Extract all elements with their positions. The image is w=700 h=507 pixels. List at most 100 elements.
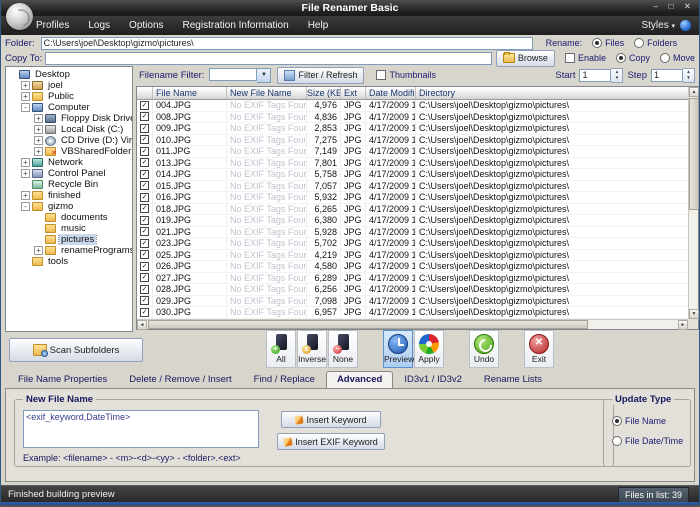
vertical-scroll-thumb[interactable]: [689, 98, 699, 210]
tree-item[interactable]: - Computer: [6, 102, 132, 113]
menu-item[interactable]: Registration Information: [183, 20, 289, 31]
step-input[interactable]: [651, 69, 683, 82]
table-row[interactable]: ✓ 016.JPG No EXIF Tags Found 5,932 JPG 4…: [137, 192, 688, 204]
tab[interactable]: Advanced: [326, 371, 393, 388]
dropdown-arrow-icon[interactable]: ▼: [257, 68, 271, 83]
new-file-name-input[interactable]: <exif_keyword,DateTime>: [23, 410, 259, 448]
table-row[interactable]: ✓ 004.JPG No EXIF Tags Found 4,976 JPG 4…: [137, 100, 688, 112]
row-checkbox[interactable]: ✓: [140, 193, 149, 202]
table-row[interactable]: ✓ 014.JPG No EXIF Tags Found 5,758 JPG 4…: [137, 169, 688, 181]
tree-expander[interactable]: +: [21, 158, 30, 167]
filter-refresh-button[interactable]: Filter / Refresh: [277, 67, 364, 84]
tree-item[interactable]: tools: [6, 256, 132, 267]
filename-filter-input[interactable]: [209, 68, 257, 81]
table-row[interactable]: ✓ 023.JPG No EXIF Tags Found 5,702 JPG 4…: [137, 238, 688, 250]
insert-keyword-button[interactable]: Insert Keyword: [281, 411, 381, 428]
tree-item[interactable]: + Floppy Disk Drive (A:): [6, 113, 132, 124]
scroll-right-icon[interactable]: ►: [678, 320, 688, 330]
row-checkbox[interactable]: ✓: [140, 124, 149, 133]
header-directory[interactable]: Directory: [416, 87, 688, 99]
close-button[interactable]: ✕: [684, 1, 691, 12]
action-button[interactable]: Exit: [524, 330, 554, 368]
table-row[interactable]: ✓ 021.JPG No EXIF Tags Found 5,928 JPG 4…: [137, 227, 688, 239]
tab[interactable]: File Name Properties: [7, 371, 118, 388]
vertical-scrollbar[interactable]: ▲ ▼: [688, 87, 698, 319]
scroll-left-icon[interactable]: ◄: [137, 320, 147, 330]
tree-expander[interactable]: +: [21, 92, 30, 101]
table-row[interactable]: ✓ 025.JPG No EXIF Tags Found 4,219 JPG 4…: [137, 250, 688, 262]
maximize-button[interactable]: □: [668, 1, 673, 11]
tree-expander[interactable]: +: [34, 114, 43, 123]
tree-expander[interactable]: +: [21, 191, 30, 200]
step-stepper[interactable]: ▲▼: [683, 68, 695, 83]
rename-files-radio[interactable]: Files: [592, 38, 624, 48]
horizontal-scroll-thumb[interactable]: [148, 320, 588, 329]
menu-item[interactable]: Profiles: [36, 20, 69, 31]
tree-item[interactable]: pictures: [6, 234, 132, 245]
header-new-file-name[interactable]: New File Name: [227, 87, 307, 99]
row-checkbox[interactable]: ✓: [140, 262, 149, 271]
menu-item[interactable]: Logs: [88, 20, 110, 31]
table-row[interactable]: ✓ 008.JPG No EXIF Tags Found 4,836 JPG 4…: [137, 112, 688, 124]
header-ext[interactable]: Ext: [341, 87, 366, 99]
menu-item[interactable]: Help: [308, 20, 329, 31]
row-checkbox[interactable]: ✓: [140, 250, 149, 259]
table-row[interactable]: ✓ 015.JPG No EXIF Tags Found 7,057 JPG 4…: [137, 181, 688, 193]
table-row[interactable]: ✓ 011.JPG No EXIF Tags Found 7,149 JPG 4…: [137, 146, 688, 158]
copy-radio[interactable]: Copy: [616, 53, 650, 63]
tree-expander[interactable]: +: [34, 246, 43, 255]
tree-expander[interactable]: +: [34, 125, 43, 134]
scan-subfolders-button[interactable]: Scan Subfolders: [9, 338, 143, 362]
row-checkbox[interactable]: ✓: [140, 285, 149, 294]
row-checkbox[interactable]: ✓: [140, 170, 149, 179]
table-row[interactable]: ✓ 010.JPG No EXIF Tags Found 7,275 JPG 4…: [137, 135, 688, 147]
table-row[interactable]: ✓ 026.JPG No EXIF Tags Found 4,580 JPG 4…: [137, 261, 688, 273]
header-date-modified[interactable]: Date Modified: [366, 87, 416, 99]
tree-item[interactable]: documents: [6, 212, 132, 223]
row-checkbox[interactable]: ✓: [140, 296, 149, 305]
row-checkbox[interactable]: ✓: [140, 216, 149, 225]
tree-expander[interactable]: -: [21, 202, 30, 211]
action-button[interactable]: All: [266, 330, 296, 368]
tree-item[interactable]: + CD Drive (D:) VirtualBox Guest: [6, 135, 132, 146]
update-file-name-radio[interactable]: File Name: [612, 416, 666, 426]
action-button[interactable]: Apply: [414, 330, 444, 368]
down-arrow-icon[interactable]: ▼: [683, 75, 694, 81]
insert-exif-keyword-button[interactable]: Insert EXIF Keyword: [277, 433, 385, 450]
tree-expander[interactable]: +: [34, 136, 43, 145]
start-input[interactable]: [579, 69, 611, 82]
table-row[interactable]: ✓ 028.JPG No EXIF Tags Found 6,256 JPG 4…: [137, 284, 688, 296]
thumbnails-checkbox[interactable]: Thumbnails: [376, 70, 436, 80]
tree-expander[interactable]: +: [21, 81, 30, 90]
tree-item[interactable]: + Control Panel: [6, 168, 132, 179]
table-row[interactable]: ✓ 027.JPG No EXIF Tags Found 6,289 JPG 4…: [137, 273, 688, 285]
down-arrow-icon[interactable]: ▼: [611, 75, 622, 81]
row-checkbox[interactable]: ✓: [140, 147, 149, 156]
update-file-date-radio[interactable]: File Date/Time: [612, 436, 683, 446]
tree-item[interactable]: + renamePrograms: [6, 245, 132, 256]
tree-item[interactable]: + Network: [6, 157, 132, 168]
menu-item[interactable]: Options: [129, 20, 163, 31]
scroll-up-icon[interactable]: ▲: [689, 87, 699, 97]
tree-item[interactable]: Desktop: [6, 69, 132, 80]
header-check-column[interactable]: [137, 87, 153, 99]
tree-item[interactable]: + finished: [6, 190, 132, 201]
row-checkbox[interactable]: ✓: [140, 308, 149, 317]
row-checkbox[interactable]: ✓: [140, 181, 149, 190]
filename-filter-select[interactable]: ▼: [209, 68, 271, 83]
table-row[interactable]: ✓ 030.JPG No EXIF Tags Found 6,957 JPG 4…: [137, 307, 688, 319]
header-size[interactable]: Size (KB): [307, 87, 341, 99]
folder-input[interactable]: [41, 37, 533, 50]
row-checkbox[interactable]: ✓: [140, 101, 149, 110]
action-button[interactable]: Inverse: [297, 330, 327, 368]
rename-folders-radio[interactable]: Folders: [634, 38, 677, 48]
table-row[interactable]: ✓ 009.JPG No EXIF Tags Found 2,853 JPG 4…: [137, 123, 688, 135]
row-checkbox[interactable]: ✓: [140, 273, 149, 282]
table-row[interactable]: ✓ 029.JPG No EXIF Tags Found 7,098 JPG 4…: [137, 296, 688, 308]
action-button[interactable]: Preview: [383, 330, 413, 368]
help-globe-icon[interactable]: [680, 20, 691, 31]
tree-item[interactable]: + joel: [6, 80, 132, 91]
enable-checkbox[interactable]: Enable: [565, 53, 606, 63]
tree-item[interactable]: + Local Disk (C:): [6, 124, 132, 135]
row-checkbox[interactable]: ✓: [140, 112, 149, 121]
